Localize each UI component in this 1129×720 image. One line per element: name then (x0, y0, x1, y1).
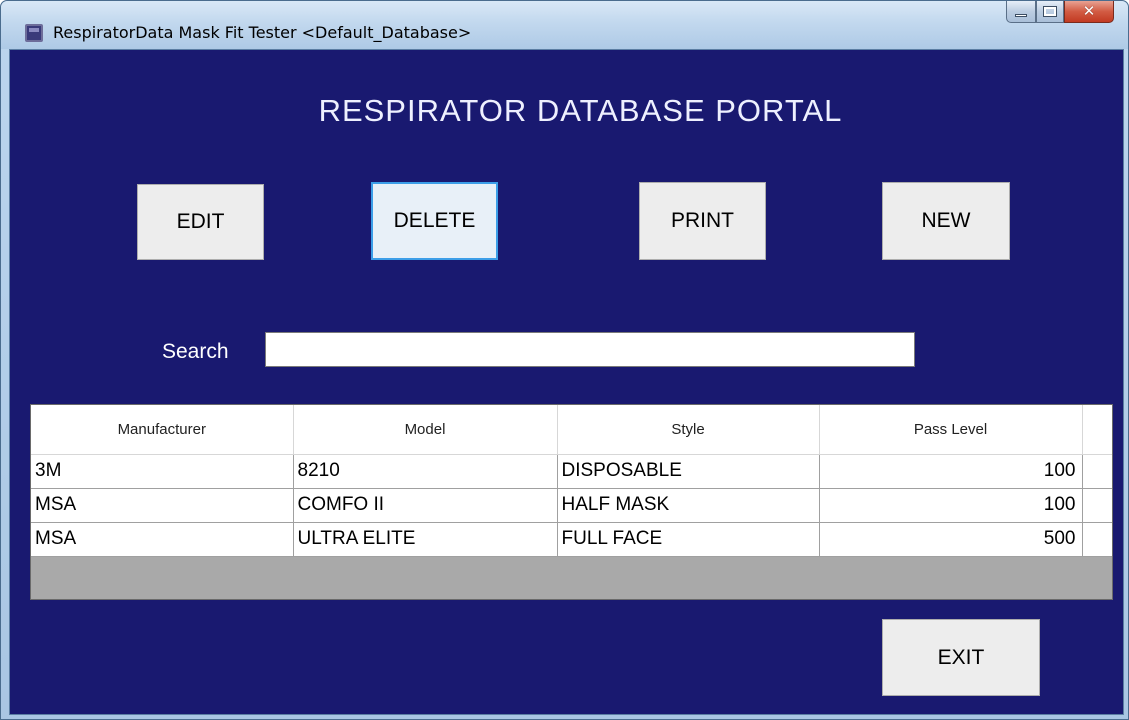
minimize-button[interactable] (1006, 1, 1036, 23)
minimize-icon (1015, 14, 1027, 17)
edit-button[interactable]: EDIT (137, 184, 264, 260)
respirator-table: Manufacturer Model Style Pass Level 3M 8… (30, 404, 1113, 600)
cell-filler (1082, 488, 1112, 523)
column-header-pass-level[interactable]: Pass Level (819, 405, 1083, 455)
cell-model[interactable]: COMFO II (293, 488, 558, 523)
column-header-manufacturer[interactable]: Manufacturer (31, 405, 294, 455)
table-header-row: Manufacturer Model Style Pass Level (31, 405, 1112, 455)
maximize-button[interactable] (1036, 1, 1064, 23)
cell-model[interactable]: ULTRA ELITE (293, 522, 558, 557)
cell-manufacturer[interactable]: MSA (31, 522, 294, 557)
table-row[interactable]: MSA ULTRA ELITE FULL FACE 500 (31, 522, 1112, 557)
column-header-filler (1082, 405, 1112, 455)
cell-pass-level[interactable]: 500 (819, 522, 1083, 557)
cell-style[interactable]: DISPOSABLE (557, 454, 820, 489)
window-title: RespiratorData Mask Fit Tester <Default_… (53, 23, 472, 42)
exit-button[interactable]: EXIT (882, 619, 1040, 696)
client-area: RESPIRATOR DATABASE PORTAL EDIT DELETE P… (9, 49, 1124, 715)
search-input[interactable] (265, 332, 915, 367)
cell-pass-level[interactable]: 100 (819, 454, 1083, 489)
app-window: RespiratorData Mask Fit Tester <Default_… (0, 0, 1129, 720)
table-row[interactable]: 3M 8210 DISPOSABLE 100 (31, 454, 1112, 489)
cell-filler (1082, 522, 1112, 557)
caption-buttons: ✕ (1006, 1, 1114, 23)
cell-manufacturer[interactable]: 3M (31, 454, 294, 489)
cell-filler (1082, 454, 1112, 489)
page-title: RESPIRATOR DATABASE PORTAL (318, 93, 843, 128)
table-row[interactable]: MSA COMFO II HALF MASK 100 (31, 488, 1112, 523)
new-button[interactable]: NEW (882, 182, 1010, 260)
cell-pass-level[interactable]: 100 (819, 488, 1083, 523)
title-bar[interactable]: RespiratorData Mask Fit Tester <Default_… (1, 1, 1128, 49)
print-button[interactable]: PRINT (639, 182, 766, 260)
delete-button[interactable]: DELETE (371, 182, 498, 260)
column-header-model[interactable]: Model (293, 405, 558, 455)
close-icon: ✕ (1082, 2, 1096, 20)
cell-style[interactable]: FULL FACE (557, 522, 820, 557)
app-icon[interactable] (25, 24, 43, 42)
close-button[interactable]: ✕ (1064, 1, 1114, 23)
cell-model[interactable]: 8210 (293, 454, 558, 489)
column-header-style[interactable]: Style (557, 405, 820, 455)
cell-style[interactable]: HALF MASK (557, 488, 820, 523)
cell-manufacturer[interactable]: MSA (31, 488, 294, 523)
search-label: Search (162, 340, 229, 363)
maximize-icon (1043, 6, 1057, 17)
